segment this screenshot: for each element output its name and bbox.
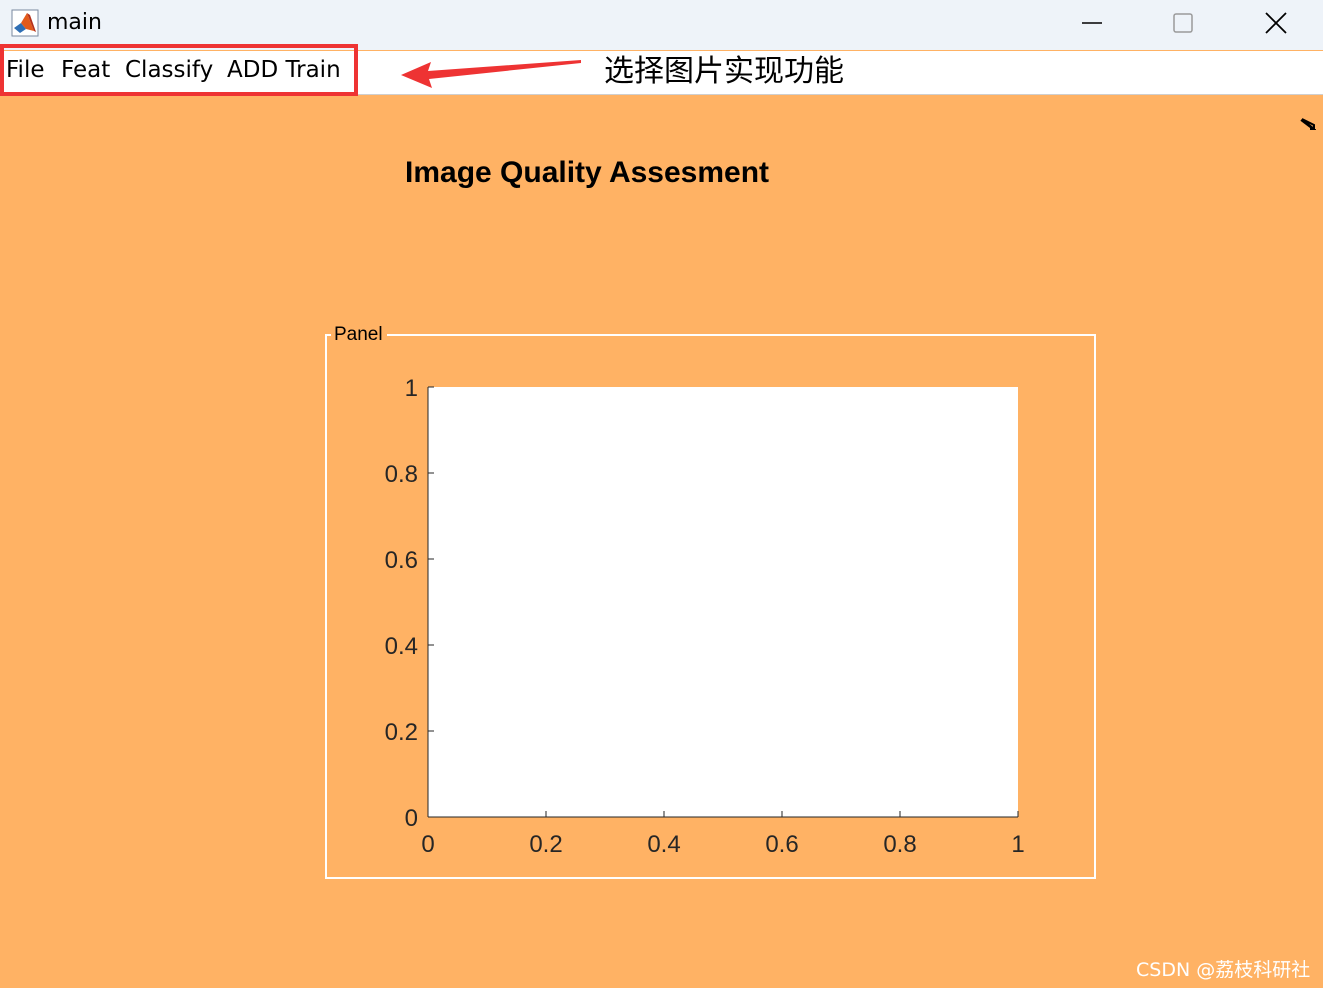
y-tick-label: 1 xyxy=(405,375,418,402)
panel-title: Panel xyxy=(331,324,387,346)
y-tick-label: 0 xyxy=(405,805,418,832)
x-tick-label: 1 xyxy=(1011,831,1024,855)
annotation-arrow-icon xyxy=(401,60,581,88)
y-tick-label: 0.2 xyxy=(385,719,418,746)
x-tick-label: 0.6 xyxy=(765,831,798,855)
x-tick-label: 0.4 xyxy=(647,831,680,855)
toolbar-toggle-icon[interactable] xyxy=(1300,117,1316,131)
y-tick-label: 0.6 xyxy=(385,547,418,574)
x-tick-label: 0.8 xyxy=(883,831,916,855)
window-title: main xyxy=(47,10,102,35)
menu-feat[interactable]: Feat xyxy=(61,57,110,83)
title-bar[interactable]: main xyxy=(0,0,1323,50)
plot-axes[interactable]: 0 0.2 0.4 0.6 0.8 1 0 0.2 0.4 0.6 0.8 1 xyxy=(360,375,1060,855)
menu-add-train[interactable]: ADD Train xyxy=(227,57,341,83)
y-tick-label: 0.8 xyxy=(385,461,418,488)
maximize-icon xyxy=(1173,13,1193,33)
minimize-button[interactable] xyxy=(1048,0,1138,50)
menu-file[interactable]: File xyxy=(6,57,45,83)
close-button[interactable] xyxy=(1231,0,1321,50)
close-icon xyxy=(1265,12,1287,34)
x-tick-label: 0 xyxy=(421,831,434,855)
annotation-text: 选择图片实现功能 xyxy=(604,54,844,89)
app-title: Image Quality Assesment xyxy=(405,156,770,189)
y-tick-label: 0.4 xyxy=(385,633,418,660)
x-tick-label: 0.2 xyxy=(529,831,562,855)
maximize-button[interactable] xyxy=(1138,0,1228,50)
menu-classify[interactable]: Classify xyxy=(125,57,213,83)
minimize-icon xyxy=(1082,22,1102,24)
plot-area xyxy=(428,387,1018,817)
matlab-icon xyxy=(11,9,39,37)
watermark: CSDN @荔枝科研社 xyxy=(1136,959,1311,981)
